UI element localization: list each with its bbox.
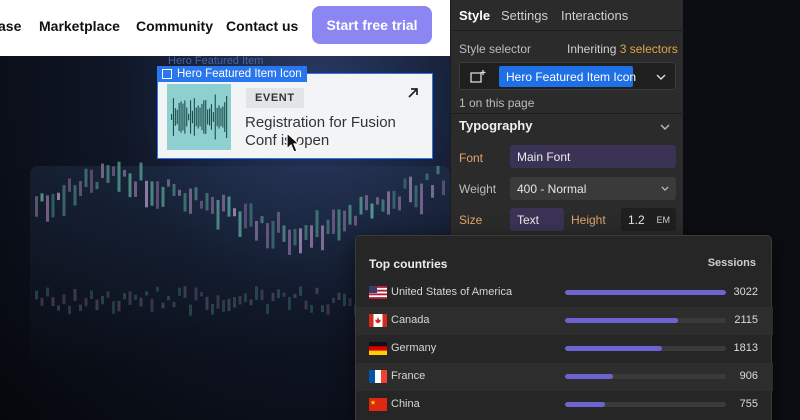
sessions-bar-fill [565, 374, 614, 379]
sessions-bar [565, 402, 726, 407]
country-name: Canada [391, 314, 430, 326]
weight-chevron-icon [661, 186, 669, 191]
country-row: France 906 [356, 363, 773, 391]
font-label: Font [459, 151, 484, 165]
chevron-down-icon[interactable] [656, 74, 666, 80]
size-field[interactable]: Text [510, 208, 564, 231]
tabs-divider [451, 30, 684, 31]
nav-link-community[interactable]: Community [136, 18, 213, 34]
tab-settings[interactable]: Settings [501, 8, 548, 23]
country-name: Germany [391, 342, 437, 354]
sessions-bar [565, 318, 726, 323]
style-selector-label: Style selector [459, 42, 532, 56]
country-name: China [391, 398, 420, 410]
top-countries-popover: Top countries Sessions United States of … [355, 235, 773, 420]
sessions-bar [565, 290, 726, 295]
element-box-icon [162, 69, 172, 79]
sessions-value: 755 [739, 398, 758, 410]
canada-flag-icon [369, 314, 387, 327]
sessions-value: 906 [739, 370, 758, 382]
weight-value: 400 - Normal [517, 181, 587, 196]
nav-link-marketplace[interactable]: Marketplace [39, 18, 120, 34]
nav-link-truncated[interactable]: ase [0, 18, 21, 34]
font-select[interactable]: Main Font [510, 145, 676, 168]
size-label: Size [459, 213, 483, 227]
add-class-icon[interactable] [470, 69, 486, 83]
start-trial-button[interactable]: Start free trial [312, 6, 432, 44]
weight-select[interactable]: 400 - Normal [510, 177, 676, 200]
site-navbar: ase Marketplace Community Contact us Sta… [0, 0, 450, 56]
us-flag-icon [369, 286, 387, 299]
selected-element-name: Hero Featured Item Icon [177, 68, 302, 80]
country-row: China 755 [356, 391, 773, 419]
section-divider [451, 113, 684, 114]
inheriting-count[interactable]: 3 selectors [620, 42, 678, 56]
selected-element-label: Hero Featured Item Icon [157, 66, 307, 82]
country-name: United States of America [391, 286, 513, 298]
country-row: Canada 2115 [356, 307, 773, 335]
sessions-bar-fill [565, 402, 606, 407]
selector-chip[interactable]: Hero Featured Item Icon [499, 66, 636, 87]
tab-style[interactable]: Style [459, 8, 490, 23]
inheriting-info[interactable]: Inheriting 3 selectors [567, 42, 678, 56]
external-arrow-icon[interactable] [406, 86, 420, 100]
country-row: Germany 1813 [356, 335, 773, 363]
height-label: Height [571, 213, 606, 227]
weight-label: Weight [459, 182, 497, 196]
on-page-count: 1 on this page [459, 96, 535, 110]
sessions-bar-fill [565, 290, 726, 295]
style-selector-field[interactable]: Hero Featured Item Icon [459, 62, 676, 90]
screenshot-stage: ase Marketplace Community Contact us Sta… [0, 0, 800, 420]
event-badge: EVENT [246, 88, 304, 108]
tab-interactions[interactable]: Interactions [561, 8, 628, 23]
sessions-value: 3022 [733, 286, 758, 298]
typography-section-title[interactable]: Typography [459, 118, 532, 133]
collapse-chevron-icon[interactable] [660, 124, 670, 130]
germany-flag-icon [369, 342, 387, 355]
line-height-field[interactable]: 1.2 EM [621, 208, 676, 231]
stats-title: Top countries [369, 257, 448, 271]
sessions-bar [565, 346, 726, 351]
audio-waveform-thumbnail [167, 84, 231, 150]
france-flag-icon [369, 370, 387, 383]
china-flag-icon [369, 398, 387, 411]
sessions-value: 2115 [734, 314, 758, 326]
sessions-bar-fill [565, 318, 678, 323]
sessions-bar-fill [565, 346, 662, 351]
country-name: France [391, 370, 426, 382]
line-height-unit[interactable]: EM [657, 215, 671, 225]
card-title: Registration for Fusion Conf is open [245, 114, 396, 149]
sessions-bar [565, 374, 726, 379]
sessions-value: 1813 [733, 342, 758, 354]
nav-link-contact[interactable]: Contact us [226, 18, 298, 34]
line-height-value[interactable]: 1.2 [628, 213, 645, 227]
country-row: United States of America 3022 [356, 279, 773, 307]
mouse-cursor-icon [286, 132, 301, 153]
sessions-column-header: Sessions [707, 257, 756, 269]
